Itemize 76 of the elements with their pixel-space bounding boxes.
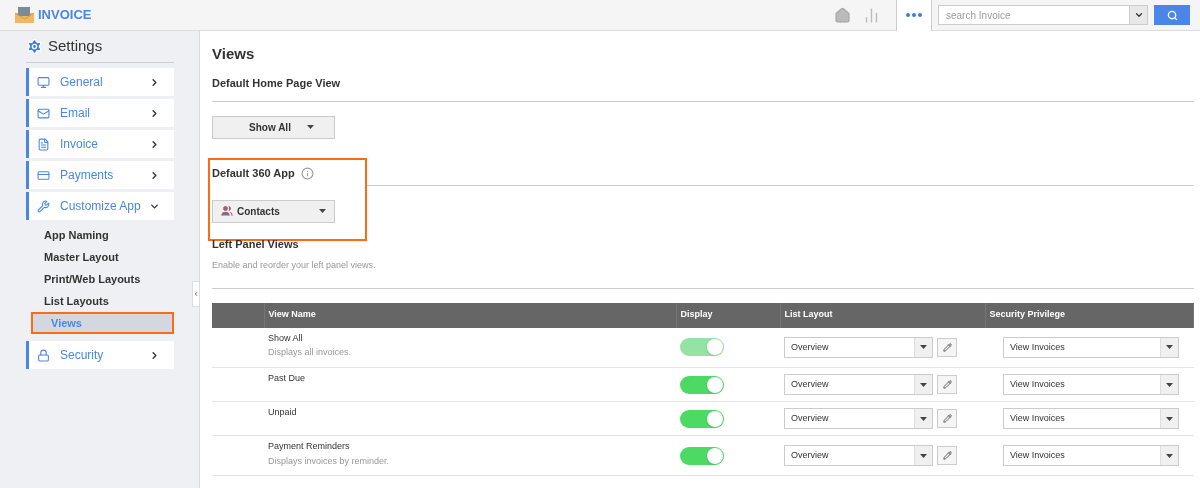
caret-icon xyxy=(920,345,927,350)
view-name: Past Due xyxy=(268,372,307,385)
submenu-item[interactable]: Master Layout xyxy=(26,246,174,268)
view-description: Displays all invoices. xyxy=(268,346,353,359)
column-header: View Name xyxy=(264,302,676,328)
gear-icon xyxy=(26,38,43,55)
edit-button[interactable] xyxy=(937,409,957,428)
column-header: Security Privilege xyxy=(985,302,1194,328)
select-field[interactable]: Overview xyxy=(784,445,933,466)
lock-icon xyxy=(37,348,50,362)
pencil-icon xyxy=(942,380,952,389)
select-field[interactable]: Overview xyxy=(784,408,933,429)
app-title: INVOICE xyxy=(38,6,92,25)
info-icon[interactable] xyxy=(300,167,314,180)
monitor-icon xyxy=(37,75,50,89)
view-description: Displays invoices by reminder. xyxy=(268,454,391,468)
search-icon xyxy=(1166,9,1178,21)
select-field[interactable]: Overview xyxy=(784,374,933,395)
select-field[interactable]: View Invoices xyxy=(1003,408,1179,429)
mail-icon xyxy=(37,106,50,120)
select-field[interactable]: View Invoices xyxy=(1003,374,1179,395)
edit-button[interactable] xyxy=(937,337,957,357)
submenu-item[interactable]: Print/Web Layouts xyxy=(26,268,174,290)
more-button[interactable] xyxy=(896,0,932,31)
column-header: List Layout xyxy=(780,302,985,328)
column-header: Display xyxy=(676,302,780,328)
envelope-logo-icon xyxy=(15,7,34,23)
bar-chart-icon[interactable] xyxy=(863,6,880,24)
submenu-item[interactable]: App Naming xyxy=(26,224,174,246)
section-heading: Default 360 App xyxy=(212,166,295,182)
pencil-icon xyxy=(942,451,952,460)
edit-button[interactable] xyxy=(937,375,957,394)
toggle-switch[interactable] xyxy=(680,375,724,394)
sidebar-item[interactable]: Invoice xyxy=(26,130,174,158)
search-field[interactable]: search Invoice xyxy=(938,5,1130,25)
toggle-switch[interactable] xyxy=(680,446,724,465)
pencil-icon xyxy=(942,414,952,423)
view-name: Payment Reminders xyxy=(268,440,351,453)
collapse-tab[interactable] xyxy=(192,281,200,307)
view-name: Show All xyxy=(268,331,304,345)
caret-icon xyxy=(1166,416,1173,421)
edit-button[interactable] xyxy=(937,446,957,465)
pencil-icon xyxy=(942,342,952,352)
caret-icon xyxy=(1166,382,1173,387)
page-title: Views xyxy=(212,44,256,63)
settings-title: Settings xyxy=(48,36,103,57)
people-icon xyxy=(221,205,233,217)
view-name: Unpaid xyxy=(268,406,298,419)
section-description: Enable and reorder your left panel views. xyxy=(212,259,1194,289)
document-icon xyxy=(37,137,50,151)
sidebar-item[interactable]: General xyxy=(26,68,174,96)
sidebar-item[interactable]: Payments xyxy=(26,161,174,189)
caret-icon xyxy=(1166,345,1173,350)
section-heading: Left Panel Views xyxy=(212,236,300,252)
dropdown-button[interactable]: Show All xyxy=(212,115,335,139)
dropdown-button[interactable]: Contacts xyxy=(212,199,335,223)
caret-icon xyxy=(920,382,927,387)
submenu-item[interactable]: List Layouts xyxy=(26,290,174,312)
tools-icon xyxy=(37,199,50,213)
sidebar-item[interactable]: Security xyxy=(26,341,174,369)
caret-icon xyxy=(920,453,927,458)
toggle-switch[interactable] xyxy=(680,409,724,428)
caret-icon xyxy=(1166,453,1173,458)
sidebar-item[interactable]: Email xyxy=(26,99,174,127)
chevron-down-icon xyxy=(1133,10,1144,20)
card-icon xyxy=(37,168,50,182)
section-heading: Default Home Page View xyxy=(212,75,1194,102)
search-button[interactable] xyxy=(1154,5,1190,25)
select-field[interactable]: View Invoices xyxy=(1003,445,1179,466)
caret-icon xyxy=(920,416,927,421)
chevron-left-icon xyxy=(193,290,199,298)
caret-icon xyxy=(306,125,314,129)
home-icon[interactable] xyxy=(834,6,851,24)
search-scope-dropdown[interactable] xyxy=(1130,5,1148,25)
sidebar-item[interactable]: Customize App xyxy=(26,192,174,220)
caret-icon xyxy=(319,209,326,213)
